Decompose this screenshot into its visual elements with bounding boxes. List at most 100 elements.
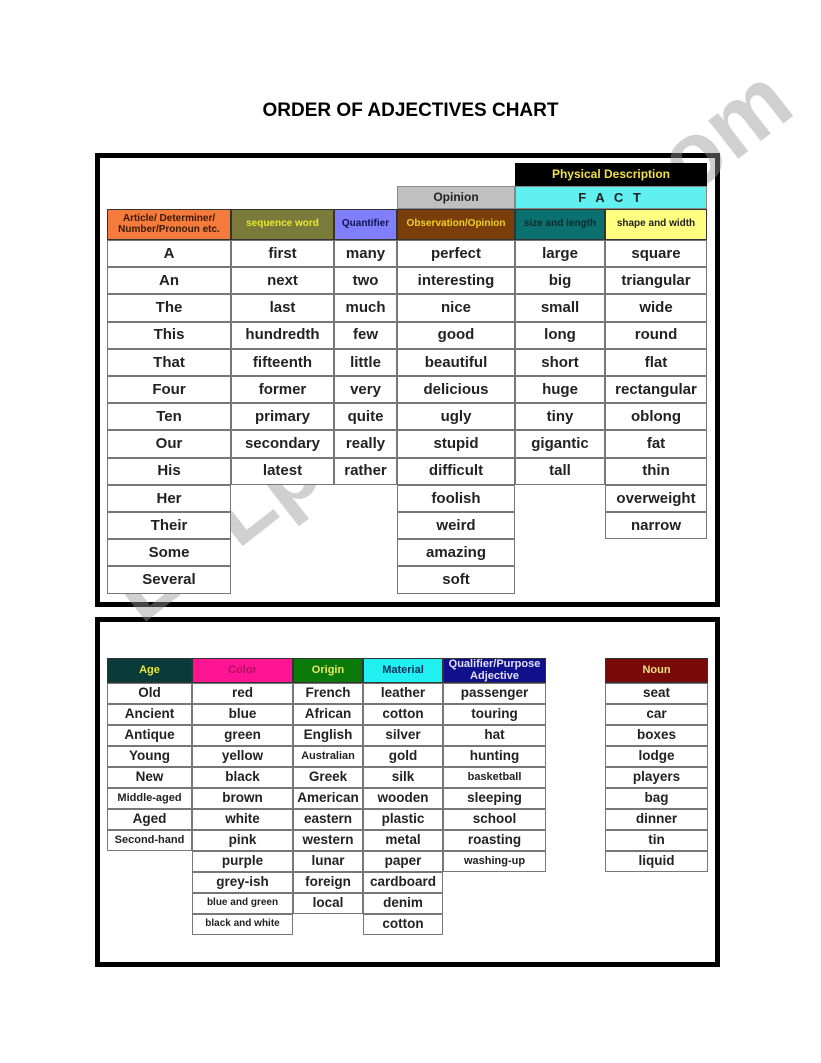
word-cell: black [192,767,293,788]
word-cell: purple [192,851,293,872]
word-cell: touring [443,704,546,725]
word-cell: Their [107,512,231,540]
word-cell: silk [363,767,443,788]
word-cell: tin [605,830,708,851]
word-cell: A [107,240,231,268]
word-cell: The [107,294,231,322]
word-cell: metal [363,830,443,851]
word-cell: ugly [397,403,515,431]
word-cell: New [107,767,192,788]
word-cell: Young [107,746,192,767]
word-cell: first [231,240,334,268]
word-cell: flat [605,348,707,376]
word-cell: overweight [605,484,707,512]
word-cell: amazing [397,539,515,567]
word-cell: two [334,267,397,295]
column-header: Qualifier/Purpose Adjective [443,658,546,683]
word-cell: wide [605,294,707,322]
word-cell: rather [334,457,397,485]
word-cell: Antique [107,725,192,746]
word-cell: pink [192,830,293,851]
word-cell: small [515,294,605,322]
word-cell: foolish [397,484,515,512]
word-cell: narrow [605,512,707,540]
word-cell: Aged [107,809,192,830]
word-cell: black and white [192,914,293,935]
word-cell: much [334,294,397,322]
word-cell: That [107,348,231,376]
word-cell: grey-ish [192,872,293,893]
word-cell: many [334,240,397,268]
word-cell: nice [397,294,515,322]
word-cell: latest [231,457,334,485]
word-cell: huge [515,376,605,404]
word-cell: eastern [293,809,363,830]
page-title: ORDER OF ADJECTIVES CHART [262,100,559,121]
word-cell: leather [363,683,443,704]
word-cell: plastic [363,809,443,830]
word-cell: An [107,267,231,295]
column-header: Article/ Determiner/ Number/Pronoun etc. [107,209,231,240]
word-cell: tiny [515,403,605,431]
word-cell: next [231,267,334,295]
word-cell: green [192,725,293,746]
column-header: Observation/Opinion [397,209,515,240]
word-cell: silver [363,725,443,746]
word-cell: western [293,830,363,851]
column-header: Material [363,658,443,683]
word-cell: Second-hand [107,830,192,851]
word-cell: passenger [443,683,546,704]
word-cell: oblong [605,403,707,431]
word-cell: gold [363,746,443,767]
word-cell: fat [605,430,707,458]
word-cell: difficult [397,457,515,485]
column-header: Color [192,658,293,683]
word-cell: Greek [293,767,363,788]
word-cell: hat [443,725,546,746]
word-cell: basketball [443,767,546,788]
word-cell: Our [107,430,231,458]
word-cell: players [605,767,708,788]
word-cell: French [293,683,363,704]
word-cell: stupid [397,430,515,458]
word-cell: wooden [363,788,443,809]
word-cell: Several [107,566,231,594]
word-cell: Australian [293,746,363,767]
word-cell: Some [107,539,231,567]
word-cell: cardboard [363,872,443,893]
group-header-fact: F A C T [515,186,707,209]
word-cell: little [334,348,397,376]
word-cell: hunting [443,746,546,767]
word-cell: blue and green [192,893,293,914]
word-cell: good [397,321,515,349]
word-cell: American [293,788,363,809]
word-cell: school [443,809,546,830]
word-cell: delicious [397,376,515,404]
word-cell: car [605,704,708,725]
group-header-physical-description: Physical Description [515,163,707,186]
word-cell: few [334,321,397,349]
word-cell: Four [107,376,231,404]
column-header: shape and width [605,209,707,240]
word-cell: secondary [231,430,334,458]
word-cell: local [293,893,363,914]
word-cell: square [605,240,707,268]
word-cell: Ten [107,403,231,431]
word-cell: English [293,725,363,746]
word-cell: cotton [363,704,443,725]
word-cell: boxes [605,725,708,746]
word-cell: short [515,348,605,376]
word-cell: large [515,240,605,268]
word-cell: round [605,321,707,349]
word-cell: perfect [397,240,515,268]
word-cell: soft [397,566,515,594]
column-header: size and length [515,209,605,240]
word-cell: African [293,704,363,725]
word-cell: brown [192,788,293,809]
word-cell: beautiful [397,348,515,376]
column-header: Noun [605,658,708,683]
word-cell: white [192,809,293,830]
word-cell: last [231,294,334,322]
word-cell: Old [107,683,192,704]
word-cell: yellow [192,746,293,767]
